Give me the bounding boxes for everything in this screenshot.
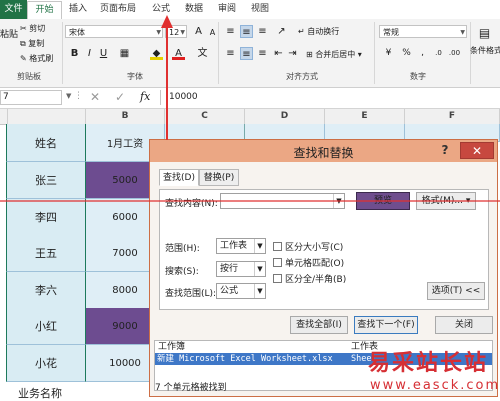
annotation-overlay — [0, 15, 500, 202]
watermark-url: www.easck.com — [370, 378, 500, 393]
watermark-logo-text: 易采站长站 — [368, 350, 489, 376]
arrow-head-icon — [161, 15, 173, 28]
tab-find[interactable]: 查找(D) — [159, 169, 199, 186]
